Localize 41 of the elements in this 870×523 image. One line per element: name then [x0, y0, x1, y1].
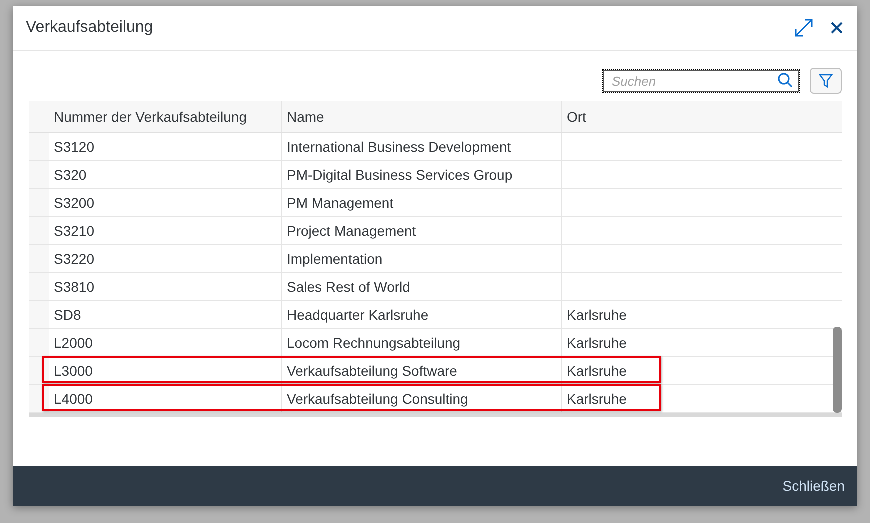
column-header[interactable]: Ort: [561, 101, 842, 132]
table-cell-text: L2000: [53, 334, 94, 352]
table-cell-text: L4000: [53, 390, 94, 408]
table-cell-text: L3000: [53, 362, 94, 380]
close-button[interactable]: Schließen: [780, 474, 847, 498]
table-cell: Sales Rest of World: [281, 273, 561, 300]
dialog-title: Verkaufsabteilung: [26, 19, 154, 37]
table-cell-text: SD8: [53, 306, 82, 324]
table-cell-text: S320: [53, 166, 88, 184]
search-field[interactable]: Suchen: [603, 70, 799, 92]
column-header[interactable]: Name: [281, 101, 561, 132]
close-icon[interactable]: [831, 22, 843, 34]
search-icon[interactable]: [778, 73, 793, 88]
table-cell-text: S3200: [53, 194, 96, 212]
table-cell: PM Management: [281, 189, 561, 216]
filter-button[interactable]: [810, 68, 842, 94]
table-row[interactable]: S3810 Sales Rest of World: [29, 273, 842, 301]
table-cell: Locom Rechnungsabteilung: [281, 329, 561, 356]
table-row[interactable]: L3000 Verkaufsabteilung Software Karlsruhe: [29, 357, 842, 385]
table-cell-text: S3120: [53, 138, 96, 156]
table-row[interactable]: S3200 PM Management: [29, 189, 842, 217]
column-header[interactable]: Nummer der Verkaufsabteilung: [49, 101, 281, 132]
table-cell: Project Management: [281, 217, 561, 244]
table-cell: Verkaufsabteilung Consulting: [281, 385, 561, 412]
table-cell: PM-Digital Business Services Group: [281, 161, 561, 188]
table-cell: Implementation: [281, 245, 561, 272]
table-row[interactable]: SD8 Headquarter Karlsruhe Karlsruhe: [29, 301, 842, 329]
filter-icon: [819, 74, 833, 88]
table-cell: Headquarter Karlsruhe: [281, 301, 561, 328]
table-cell-text: S3220: [53, 250, 96, 268]
table-row[interactable]: S3120 International Business Development: [29, 133, 842, 161]
expand-icon[interactable]: [795, 19, 813, 37]
table-cell-text: S3210: [53, 222, 96, 240]
table-cell: Verkaufsabteilung Software: [281, 357, 561, 384]
table-row[interactable]: S320 PM-Digital Business Services Group: [29, 161, 842, 189]
table-cell-text: S3810: [53, 278, 96, 296]
table-cell: International Business Development: [281, 133, 561, 160]
table-row[interactable]: S3220 Implementation: [29, 245, 842, 273]
table-row[interactable]: L4000 Verkaufsabteilung Consulting Karlsruhe: [29, 385, 842, 413]
scrollbar-thumb[interactable]: [833, 327, 842, 413]
table-row[interactable]: S3210 Project Management: [29, 217, 842, 245]
